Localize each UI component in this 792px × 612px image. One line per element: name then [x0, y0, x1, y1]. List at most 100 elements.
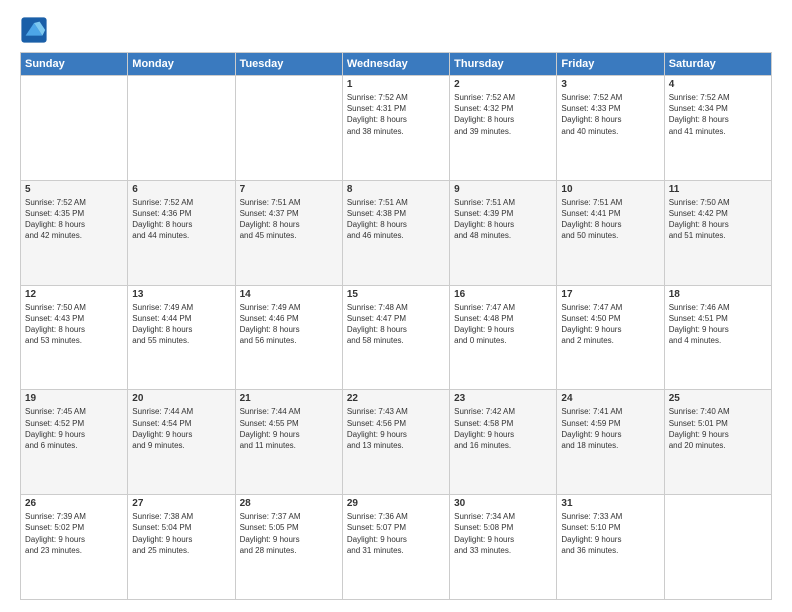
- day-number: 12: [25, 289, 123, 300]
- day-content: Sunrise: 7:52 AM Sunset: 4:34 PM Dayligh…: [669, 92, 767, 137]
- day-content: Sunrise: 7:43 AM Sunset: 4:56 PM Dayligh…: [347, 406, 445, 451]
- day-content: Sunrise: 7:50 AM Sunset: 4:43 PM Dayligh…: [25, 302, 123, 347]
- week-row-5: 26 Sunrise: 7:39 AM Sunset: 5:02 PM Dayli…: [21, 495, 772, 600]
- header: [20, 16, 772, 44]
- day-content: Sunrise: 7:51 AM Sunset: 4:37 PM Dayligh…: [240, 197, 338, 242]
- day-number: 22: [347, 393, 445, 404]
- calendar-cell: [235, 76, 342, 181]
- col-header-friday: Friday: [557, 53, 664, 76]
- day-number: 24: [561, 393, 659, 404]
- day-number: 7: [240, 184, 338, 195]
- col-header-thursday: Thursday: [450, 53, 557, 76]
- day-number: 5: [25, 184, 123, 195]
- day-number: 17: [561, 289, 659, 300]
- week-row-4: 19 Sunrise: 7:45 AM Sunset: 4:52 PM Dayli…: [21, 390, 772, 495]
- day-content: Sunrise: 7:51 AM Sunset: 4:38 PM Dayligh…: [347, 197, 445, 242]
- day-content: Sunrise: 7:52 AM Sunset: 4:35 PM Dayligh…: [25, 197, 123, 242]
- day-number: 2: [454, 79, 552, 90]
- calendar-cell: 30 Sunrise: 7:34 AM Sunset: 5:08 PM Dayli…: [450, 495, 557, 600]
- day-number: 19: [25, 393, 123, 404]
- week-row-1: 1Sunrise: 7:52 AM Sunset: 4:31 PM Daylig…: [21, 76, 772, 181]
- day-content: Sunrise: 7:37 AM Sunset: 5:05 PM Dayligh…: [240, 511, 338, 556]
- calendar-cell: 6 Sunrise: 7:52 AM Sunset: 4:36 PM Daylig…: [128, 180, 235, 285]
- day-number: 9: [454, 184, 552, 195]
- day-number: 13: [132, 289, 230, 300]
- calendar-cell: 22 Sunrise: 7:43 AM Sunset: 4:56 PM Dayli…: [342, 390, 449, 495]
- day-content: Sunrise: 7:44 AM Sunset: 4:55 PM Dayligh…: [240, 406, 338, 451]
- calendar-cell: 18Sunrise: 7:46 AM Sunset: 4:51 PM Dayli…: [664, 285, 771, 390]
- calendar-cell: [664, 495, 771, 600]
- day-content: Sunrise: 7:45 AM Sunset: 4:52 PM Dayligh…: [25, 406, 123, 451]
- day-number: 14: [240, 289, 338, 300]
- calendar-cell: 5 Sunrise: 7:52 AM Sunset: 4:35 PM Daylig…: [21, 180, 128, 285]
- calendar-cell: 19 Sunrise: 7:45 AM Sunset: 4:52 PM Dayli…: [21, 390, 128, 495]
- day-number: 6: [132, 184, 230, 195]
- day-content: Sunrise: 7:51 AM Sunset: 4:41 PM Dayligh…: [561, 197, 659, 242]
- calendar-cell: 29 Sunrise: 7:36 AM Sunset: 5:07 PM Dayli…: [342, 495, 449, 600]
- day-number: 30: [454, 498, 552, 509]
- week-row-3: 12 Sunrise: 7:50 AM Sunset: 4:43 PM Dayli…: [21, 285, 772, 390]
- day-content: Sunrise: 7:44 AM Sunset: 4:54 PM Dayligh…: [132, 406, 230, 451]
- calendar-cell: 17Sunrise: 7:47 AM Sunset: 4:50 PM Dayli…: [557, 285, 664, 390]
- calendar-cell: 11 Sunrise: 7:50 AM Sunset: 4:42 PM Dayli…: [664, 180, 771, 285]
- col-header-tuesday: Tuesday: [235, 53, 342, 76]
- day-content: Sunrise: 7:52 AM Sunset: 4:33 PM Dayligh…: [561, 92, 659, 137]
- day-number: 26: [25, 498, 123, 509]
- day-number: 4: [669, 79, 767, 90]
- calendar-cell: 8 Sunrise: 7:51 AM Sunset: 4:38 PM Daylig…: [342, 180, 449, 285]
- calendar-cell: 24Sunrise: 7:41 AM Sunset: 4:59 PM Dayli…: [557, 390, 664, 495]
- day-number: 8: [347, 184, 445, 195]
- calendar-cell: 21 Sunrise: 7:44 AM Sunset: 4:55 PM Dayli…: [235, 390, 342, 495]
- day-content: Sunrise: 7:42 AM Sunset: 4:58 PM Dayligh…: [454, 406, 552, 451]
- day-number: 21: [240, 393, 338, 404]
- calendar-cell: 13Sunrise: 7:49 AM Sunset: 4:44 PM Dayli…: [128, 285, 235, 390]
- calendar-cell: 28 Sunrise: 7:37 AM Sunset: 5:05 PM Dayli…: [235, 495, 342, 600]
- day-number: 25: [669, 393, 767, 404]
- calendar-cell: 15 Sunrise: 7:48 AM Sunset: 4:47 PM Dayli…: [342, 285, 449, 390]
- calendar-cell: 9 Sunrise: 7:51 AM Sunset: 4:39 PM Daylig…: [450, 180, 557, 285]
- calendar-cell: 27Sunrise: 7:38 AM Sunset: 5:04 PM Dayli…: [128, 495, 235, 600]
- day-number: 28: [240, 498, 338, 509]
- week-row-2: 5 Sunrise: 7:52 AM Sunset: 4:35 PM Daylig…: [21, 180, 772, 285]
- day-content: Sunrise: 7:52 AM Sunset: 4:36 PM Dayligh…: [132, 197, 230, 242]
- calendar-cell: [21, 76, 128, 181]
- day-content: Sunrise: 7:39 AM Sunset: 5:02 PM Dayligh…: [25, 511, 123, 556]
- day-number: 23: [454, 393, 552, 404]
- calendar-cell: 16Sunrise: 7:47 AM Sunset: 4:48 PM Dayli…: [450, 285, 557, 390]
- day-number: 3: [561, 79, 659, 90]
- logo: [20, 16, 52, 44]
- day-content: Sunrise: 7:36 AM Sunset: 5:07 PM Dayligh…: [347, 511, 445, 556]
- col-header-saturday: Saturday: [664, 53, 771, 76]
- col-header-sunday: Sunday: [21, 53, 128, 76]
- day-content: Sunrise: 7:33 AM Sunset: 5:10 PM Dayligh…: [561, 511, 659, 556]
- calendar-cell: 12 Sunrise: 7:50 AM Sunset: 4:43 PM Dayli…: [21, 285, 128, 390]
- calendar-cell: 7 Sunrise: 7:51 AM Sunset: 4:37 PM Daylig…: [235, 180, 342, 285]
- calendar-cell: 4 Sunrise: 7:52 AM Sunset: 4:34 PM Daylig…: [664, 76, 771, 181]
- day-content: Sunrise: 7:38 AM Sunset: 5:04 PM Dayligh…: [132, 511, 230, 556]
- day-content: Sunrise: 7:48 AM Sunset: 4:47 PM Dayligh…: [347, 302, 445, 347]
- day-number: 15: [347, 289, 445, 300]
- day-content: Sunrise: 7:52 AM Sunset: 4:32 PM Dayligh…: [454, 92, 552, 137]
- calendar-cell: [128, 76, 235, 181]
- calendar-header-row: SundayMondayTuesdayWednesdayThursdayFrid…: [21, 53, 772, 76]
- day-content: Sunrise: 7:49 AM Sunset: 4:46 PM Dayligh…: [240, 302, 338, 347]
- calendar-cell: 31 Sunrise: 7:33 AM Sunset: 5:10 PM Dayli…: [557, 495, 664, 600]
- calendar-cell: 23 Sunrise: 7:42 AM Sunset: 4:58 PM Dayli…: [450, 390, 557, 495]
- col-header-monday: Monday: [128, 53, 235, 76]
- day-content: Sunrise: 7:34 AM Sunset: 5:08 PM Dayligh…: [454, 511, 552, 556]
- calendar-cell: 10Sunrise: 7:51 AM Sunset: 4:41 PM Dayli…: [557, 180, 664, 285]
- day-number: 11: [669, 184, 767, 195]
- logo-icon: [20, 16, 48, 44]
- day-number: 16: [454, 289, 552, 300]
- calendar-cell: 25Sunrise: 7:40 AM Sunset: 5:01 PM Dayli…: [664, 390, 771, 495]
- day-number: 29: [347, 498, 445, 509]
- day-number: 31: [561, 498, 659, 509]
- calendar-cell: 2 Sunrise: 7:52 AM Sunset: 4:32 PM Daylig…: [450, 76, 557, 181]
- calendar-cell: 26 Sunrise: 7:39 AM Sunset: 5:02 PM Dayli…: [21, 495, 128, 600]
- col-header-wednesday: Wednesday: [342, 53, 449, 76]
- calendar-cell: 1Sunrise: 7:52 AM Sunset: 4:31 PM Daylig…: [342, 76, 449, 181]
- day-content: Sunrise: 7:50 AM Sunset: 4:42 PM Dayligh…: [669, 197, 767, 242]
- calendar-cell: 20Sunrise: 7:44 AM Sunset: 4:54 PM Dayli…: [128, 390, 235, 495]
- day-content: Sunrise: 7:51 AM Sunset: 4:39 PM Dayligh…: [454, 197, 552, 242]
- day-number: 18: [669, 289, 767, 300]
